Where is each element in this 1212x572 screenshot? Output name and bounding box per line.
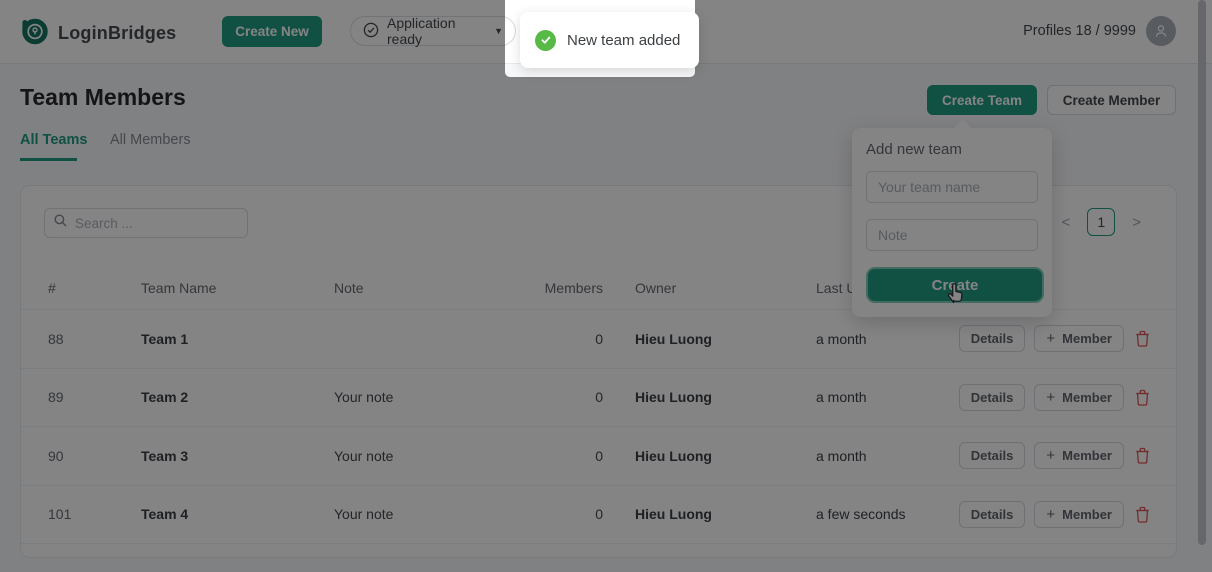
create-member-button[interactable]: Create Member xyxy=(1047,85,1176,115)
team-id: 90 xyxy=(48,447,64,464)
team-last-updated: a month xyxy=(816,330,867,347)
page-1-button[interactable]: 1 xyxy=(1087,208,1116,236)
create-new-button[interactable]: Create New xyxy=(222,16,322,47)
header-note: Note xyxy=(334,279,364,296)
pagination: < 1 > xyxy=(1059,208,1143,236)
member-button-label: Member xyxy=(1062,448,1112,464)
person-icon xyxy=(1155,25,1167,37)
team-id: 88 xyxy=(48,330,64,347)
active-tab-underline xyxy=(20,158,77,161)
team-name: Team 3 xyxy=(141,447,189,464)
brand[interactable]: LoginBridges xyxy=(20,16,176,50)
check-circle-icon xyxy=(363,22,379,41)
team-owner: Hieu Luong xyxy=(635,447,712,464)
details-button[interactable]: Details xyxy=(958,383,1026,411)
team-name: Team 2 xyxy=(141,389,189,406)
header-id: # xyxy=(48,279,56,296)
plus-icon: + xyxy=(1046,447,1056,465)
chevron-down-icon: ▼ xyxy=(494,26,503,36)
application-status-dropdown[interactable]: Application ready ▼ xyxy=(350,15,516,47)
team-members-count: 0 xyxy=(595,389,603,406)
add-member-button[interactable]: + Member xyxy=(1034,325,1124,353)
table-row: 90 Team 3 Your note 0 Hieu Luong a month… xyxy=(21,426,1176,485)
details-button[interactable]: Details xyxy=(958,325,1026,353)
prev-page-button[interactable]: < xyxy=(1059,212,1072,233)
search-icon xyxy=(54,214,67,232)
delete-team-button[interactable] xyxy=(1133,504,1152,525)
application-status-label: Application ready xyxy=(387,15,456,47)
add-member-button[interactable]: + Member xyxy=(1034,500,1124,528)
team-name-input[interactable] xyxy=(866,171,1038,203)
header-owner: Owner xyxy=(635,279,677,296)
table-row: 88 Team 1 0 Hieu Luong a month Details +… xyxy=(21,309,1176,368)
toast-notification: New team added xyxy=(520,12,700,68)
team-members-count: 0 xyxy=(595,506,603,523)
team-note-input[interactable] xyxy=(866,219,1038,251)
team-note: Your note xyxy=(334,389,394,406)
next-page-button[interactable]: > xyxy=(1130,212,1143,233)
plus-icon: + xyxy=(1046,388,1056,406)
plus-icon: + xyxy=(1046,330,1056,348)
team-note: Your note xyxy=(334,447,394,464)
team-id: 89 xyxy=(48,389,64,406)
toast-message: New team added xyxy=(567,31,681,49)
table-row: 89 Team 2 Your note 0 Hieu Luong a month… xyxy=(21,367,1176,427)
team-last-updated: a few seconds xyxy=(816,506,906,523)
add-member-button[interactable]: + Member xyxy=(1034,383,1124,411)
team-owner: Hieu Luong xyxy=(635,506,712,523)
add-member-button[interactable]: + Member xyxy=(1034,442,1124,470)
team-name: Team 1 xyxy=(141,330,189,347)
table-row: 101 Team 4 Your note 0 Hieu Luong a few … xyxy=(21,484,1176,544)
search-input[interactable] xyxy=(73,214,238,232)
trash-icon xyxy=(1136,389,1149,406)
user-avatar[interactable] xyxy=(1146,16,1176,46)
create-team-button[interactable]: Create Team xyxy=(927,85,1037,115)
delete-team-button[interactable] xyxy=(1133,445,1152,466)
team-members-count: 0 xyxy=(595,330,603,347)
header-members: Members xyxy=(544,279,603,296)
search-box[interactable] xyxy=(44,208,248,238)
app-window: LoginBridges Create New Application read… xyxy=(0,0,1212,572)
details-button[interactable]: Details xyxy=(958,500,1026,528)
team-name: Team 4 xyxy=(141,506,189,523)
header-team-name: Team Name xyxy=(141,279,217,296)
team-members-count: 0 xyxy=(595,447,603,464)
team-last-updated: a month xyxy=(816,447,867,464)
plus-icon: + xyxy=(1046,505,1056,523)
member-button-label: Member xyxy=(1062,389,1112,405)
brand-name: LoginBridges xyxy=(58,22,177,43)
mouse-cursor-icon xyxy=(945,281,967,310)
team-owner: Hieu Luong xyxy=(635,389,712,406)
member-button-label: Member xyxy=(1062,331,1112,347)
profiles-counter: Profiles 18 / 9999 xyxy=(1023,23,1136,39)
scrollbar-thumb[interactable] xyxy=(1198,0,1206,545)
delete-team-button[interactable] xyxy=(1133,387,1152,408)
member-button-label: Member xyxy=(1062,506,1112,522)
team-owner: Hieu Luong xyxy=(635,330,712,347)
details-button[interactable]: Details xyxy=(958,442,1026,470)
trash-icon xyxy=(1136,448,1149,464)
success-check-icon xyxy=(535,29,556,51)
trash-icon xyxy=(1136,506,1149,523)
loginbridges-logo-icon xyxy=(20,16,49,50)
team-id: 101 xyxy=(48,506,72,523)
tab-all-members[interactable]: All Members xyxy=(110,132,191,148)
team-last-updated: a month xyxy=(816,389,867,406)
page-title: Team Members xyxy=(20,84,186,110)
delete-team-button[interactable] xyxy=(1133,328,1152,349)
popover-title: Add new team xyxy=(866,141,962,158)
tab-all-teams[interactable]: All Teams xyxy=(20,132,87,148)
table-bottom-divider xyxy=(21,543,1176,544)
team-note: Your note xyxy=(334,506,394,523)
trash-icon xyxy=(1136,331,1149,347)
